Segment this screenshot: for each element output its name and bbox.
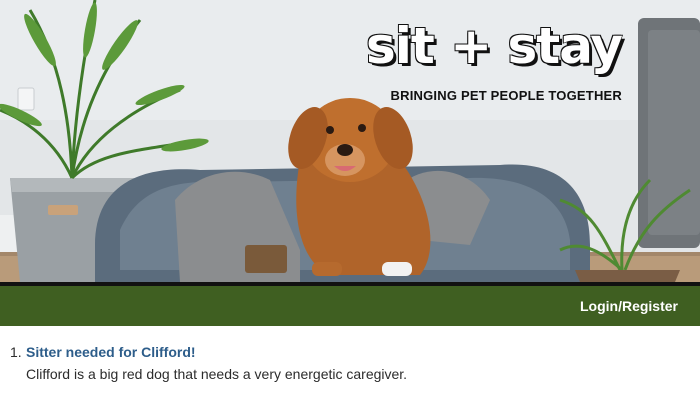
site-tagline: BRINGING PET PEOPLE TOGETHER xyxy=(390,88,622,103)
login-register-link[interactable]: Login/Register xyxy=(580,298,678,314)
list-item: 1. Sitter needed for Clifford! Clifford … xyxy=(0,342,700,384)
sitter-listings: 1. Sitter needed for Clifford! Clifford … xyxy=(0,342,700,384)
top-nav-bar: Login/Register xyxy=(0,286,700,326)
listing-title-link[interactable]: Sitter needed for Clifford! xyxy=(26,342,700,362)
listing-description: Clifford is a big red dog that needs a v… xyxy=(26,366,408,382)
site-logo: sit + stay xyxy=(366,17,623,75)
hero-banner: sit + stay BRINGING PET PEOPLE TOGETHER xyxy=(0,0,700,282)
list-item-number: 1. xyxy=(10,344,22,360)
